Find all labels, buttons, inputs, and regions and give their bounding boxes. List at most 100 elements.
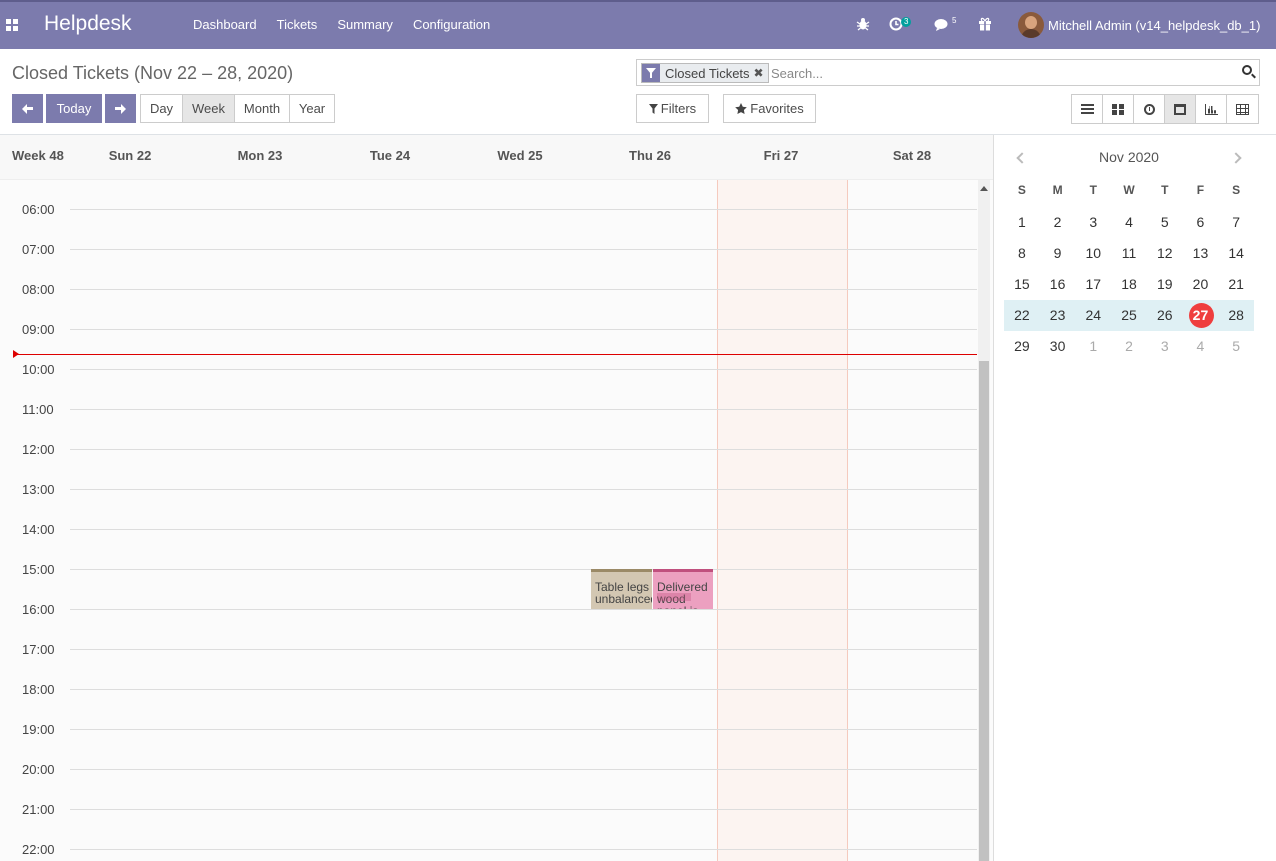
date-cell[interactable]: 1 [1075,331,1111,362]
scrollbar-thumb[interactable] [979,361,989,861]
date-cell[interactable]: 4 [1111,207,1147,238]
day-header[interactable]: Fri 27 [716,148,846,163]
kanban-view-button[interactable] [1103,95,1134,123]
date-cell[interactable]: 19 [1147,269,1183,300]
messages-chat-icon[interactable] [934,18,950,32]
date-cell[interactable]: 25 [1111,300,1147,331]
date-cell[interactable]: 12 [1147,238,1183,269]
scale-month-button[interactable]: Month [234,94,290,123]
facet-value: Closed Tickets [665,65,750,81]
weekday-label: W [1123,183,1135,197]
menu-summary[interactable]: Summary [327,17,403,32]
today-date-cell[interactable]: 27 [1183,300,1219,331]
week-calendar: Week 48 Sun 22 Mon 23 Tue 24 Wed 25 Thu … [0,135,993,861]
day-header[interactable]: Sat 28 [847,148,977,163]
menu-tickets[interactable]: Tickets [267,17,328,32]
facet-remove-icon[interactable]: ✖ [754,66,768,80]
date-cell[interactable]: 5 [1147,207,1183,238]
scale-year-button[interactable]: Year [289,94,335,123]
date-cell[interactable]: 11 [1111,238,1147,269]
scroll-up-icon[interactable] [980,186,988,191]
debug-bug-icon[interactable] [856,17,870,31]
scale-week-button[interactable]: Week [182,94,235,123]
activity-view-button[interactable] [1134,95,1165,123]
gift-icon[interactable] [978,17,992,31]
date-cell[interactable]: 26 [1147,300,1183,331]
date-cell[interactable]: 24 [1075,300,1111,331]
calendar-event[interactable]: Table legs unbalanced [591,569,652,609]
favorites-label: Favorites [750,101,804,116]
top-navbar: Helpdesk Dashboard Tickets Summary Confi… [0,0,1276,49]
date-cell[interactable]: 6 [1183,207,1219,238]
calendar-view-button[interactable] [1165,95,1196,123]
weekday-label: M [1052,183,1063,197]
favorites-button[interactable]: Favorites [723,94,816,123]
calendar-scrollbar[interactable] [978,180,990,861]
date-cell[interactable]: 10 [1075,238,1111,269]
hour-label: 21:00 [22,802,55,817]
date-cell[interactable]: 14 [1218,238,1254,269]
date-cell[interactable]: 15 [1004,269,1040,300]
date-cell[interactable]: 23 [1040,300,1076,331]
list-view-button[interactable] [1072,95,1103,123]
day-header[interactable]: Sun 22 [65,148,195,163]
date-cell[interactable]: 2 [1111,331,1147,362]
calendar-event[interactable]: Delivered wood panel is [653,569,713,609]
hour-label: 17:00 [22,642,55,657]
pivot-view-button[interactable] [1227,95,1258,123]
hour-label: 10:00 [22,362,55,377]
hour-label: 12:00 [22,442,55,457]
search-bar[interactable]: Closed Tickets ✖ Search... [636,59,1260,86]
apps-menu-icon[interactable] [6,19,18,31]
previous-button[interactable] [12,94,43,123]
search-facet: Closed Tickets ✖ [641,63,769,83]
date-cell[interactable]: 29 [1004,331,1040,362]
time-grid[interactable]: 06:00 07:00 08:00 09:00 10:00 11:00 12:0… [0,180,993,861]
weekday-label: S [1017,183,1026,197]
date-cell[interactable]: 30 [1040,331,1076,362]
date-cell[interactable]: 9 [1040,238,1076,269]
date-cell[interactable]: 3 [1147,331,1183,362]
arrow-left-icon [22,103,33,114]
date-cell[interactable]: 17 [1075,269,1111,300]
date-cell[interactable]: 4 [1183,331,1219,362]
date-cell[interactable]: 8 [1004,238,1040,269]
today-button[interactable]: Today [46,94,102,123]
current-time-marker [13,350,19,358]
day-header[interactable]: Thu 26 [585,148,715,163]
weekday-label: S [1232,183,1241,197]
date-cell[interactable]: 13 [1183,238,1219,269]
filters-button[interactable]: Filters [636,94,709,123]
menu-configuration[interactable]: Configuration [403,17,500,32]
search-input[interactable]: Search... [771,66,823,81]
next-button[interactable] [105,94,136,123]
date-cell[interactable]: 28 [1218,300,1254,331]
menu-dashboard[interactable]: Dashboard [183,17,267,32]
scale-day-button[interactable]: Day [140,94,183,123]
day-header[interactable]: Wed 25 [455,148,585,163]
current-time-line [15,354,977,355]
messages-count-badge: 5 [952,16,957,25]
date-cell[interactable]: 18 [1111,269,1147,300]
date-cell[interactable]: 5 [1218,331,1254,362]
date-cell[interactable]: 3 [1075,207,1111,238]
date-cell[interactable]: 20 [1183,269,1219,300]
day-header[interactable]: Mon 23 [195,148,325,163]
hour-label: 09:00 [22,322,55,337]
graph-view-button[interactable] [1196,95,1227,123]
current-week-row: 22 23 24 25 26 27 28 [1004,300,1254,331]
filter-icon [642,64,660,82]
date-cell[interactable]: 21 [1218,269,1254,300]
date-cell[interactable]: 1 [1004,207,1040,238]
week-row: 15 16 17 18 19 20 21 [1004,269,1254,300]
day-header[interactable]: Tue 24 [325,148,455,163]
app-brand[interactable]: Helpdesk [44,12,132,36]
date-cell[interactable]: 16 [1040,269,1076,300]
date-cell[interactable]: 22 [1004,300,1040,331]
date-cell[interactable]: 7 [1218,207,1254,238]
search-icon[interactable] [1242,65,1252,75]
hour-label: 15:00 [22,562,55,577]
today-column [717,180,848,861]
date-cell[interactable]: 2 [1040,207,1076,238]
user-menu[interactable]: Mitchell Admin (v14_helpdesk_db_1) [1018,12,1260,38]
